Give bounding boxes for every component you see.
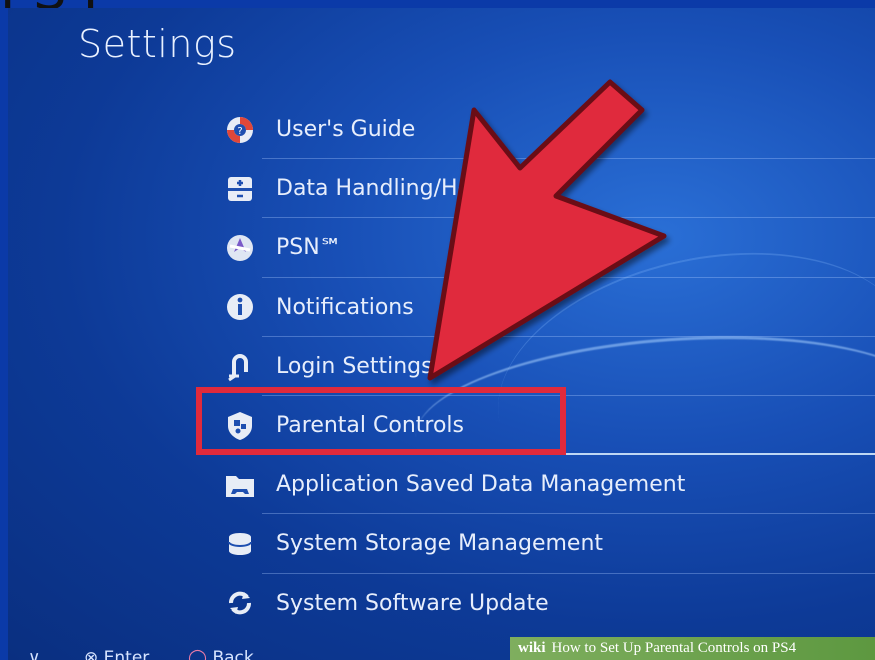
watermark-text: How to Set Up Parental Controls on PS4 (551, 640, 797, 656)
annotation-arrow-icon (427, 79, 667, 381)
wiki-logo: wiki (518, 640, 546, 656)
watermark-banner: wiki How to Set Up Parental Controls on … (510, 637, 875, 660)
